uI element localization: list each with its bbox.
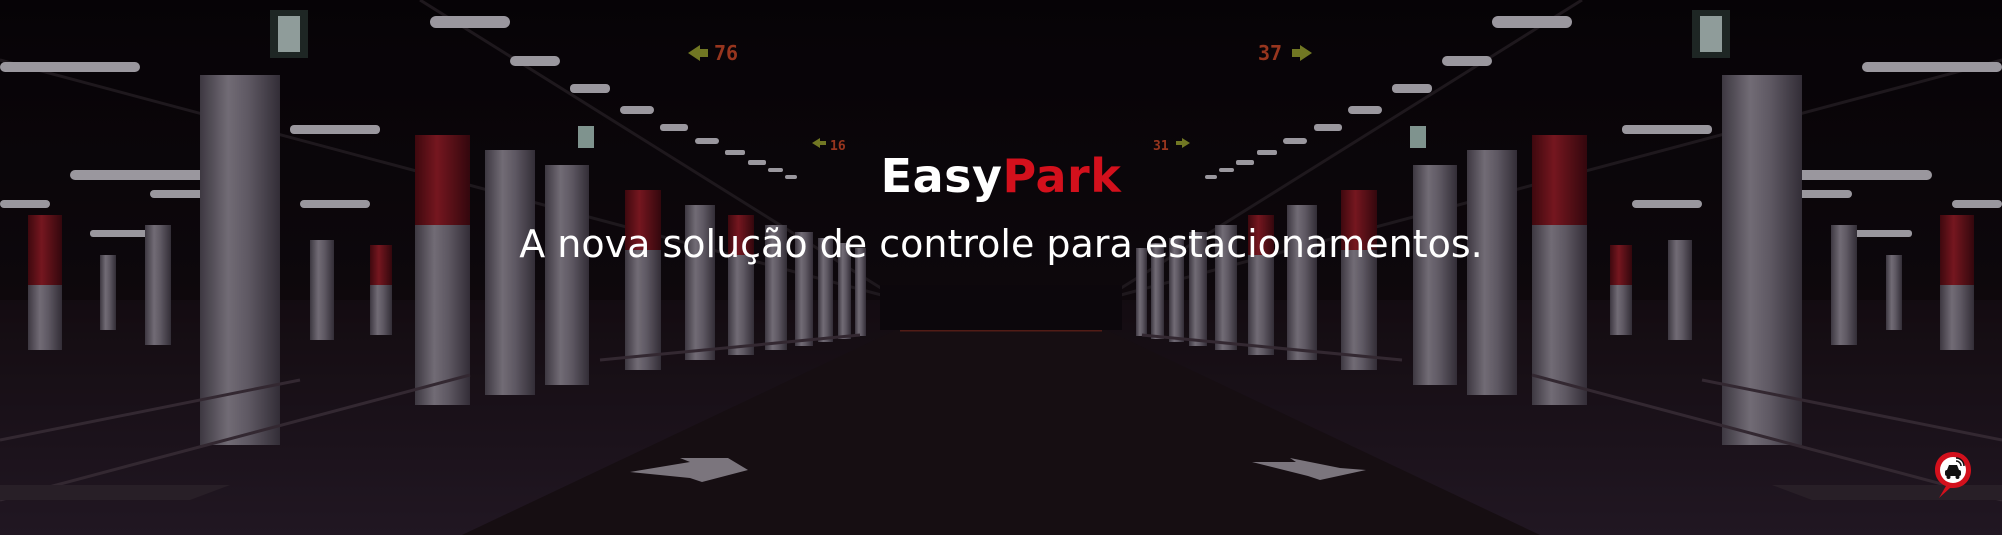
hero-tagline: A nova solução de controle para estacion…: [519, 222, 1483, 266]
brand-name-easy: Easy: [880, 149, 1003, 203]
brand-logo-text: EasyPark: [0, 150, 2002, 202]
hero-dark-overlay: [0, 0, 2002, 535]
brand-name-park: Park: [1002, 149, 1122, 203]
car-wifi-pin-icon[interactable]: [1932, 450, 1974, 500]
hero-section: 76 37 16 31 EasyPark A nova solução de c…: [0, 0, 2002, 535]
